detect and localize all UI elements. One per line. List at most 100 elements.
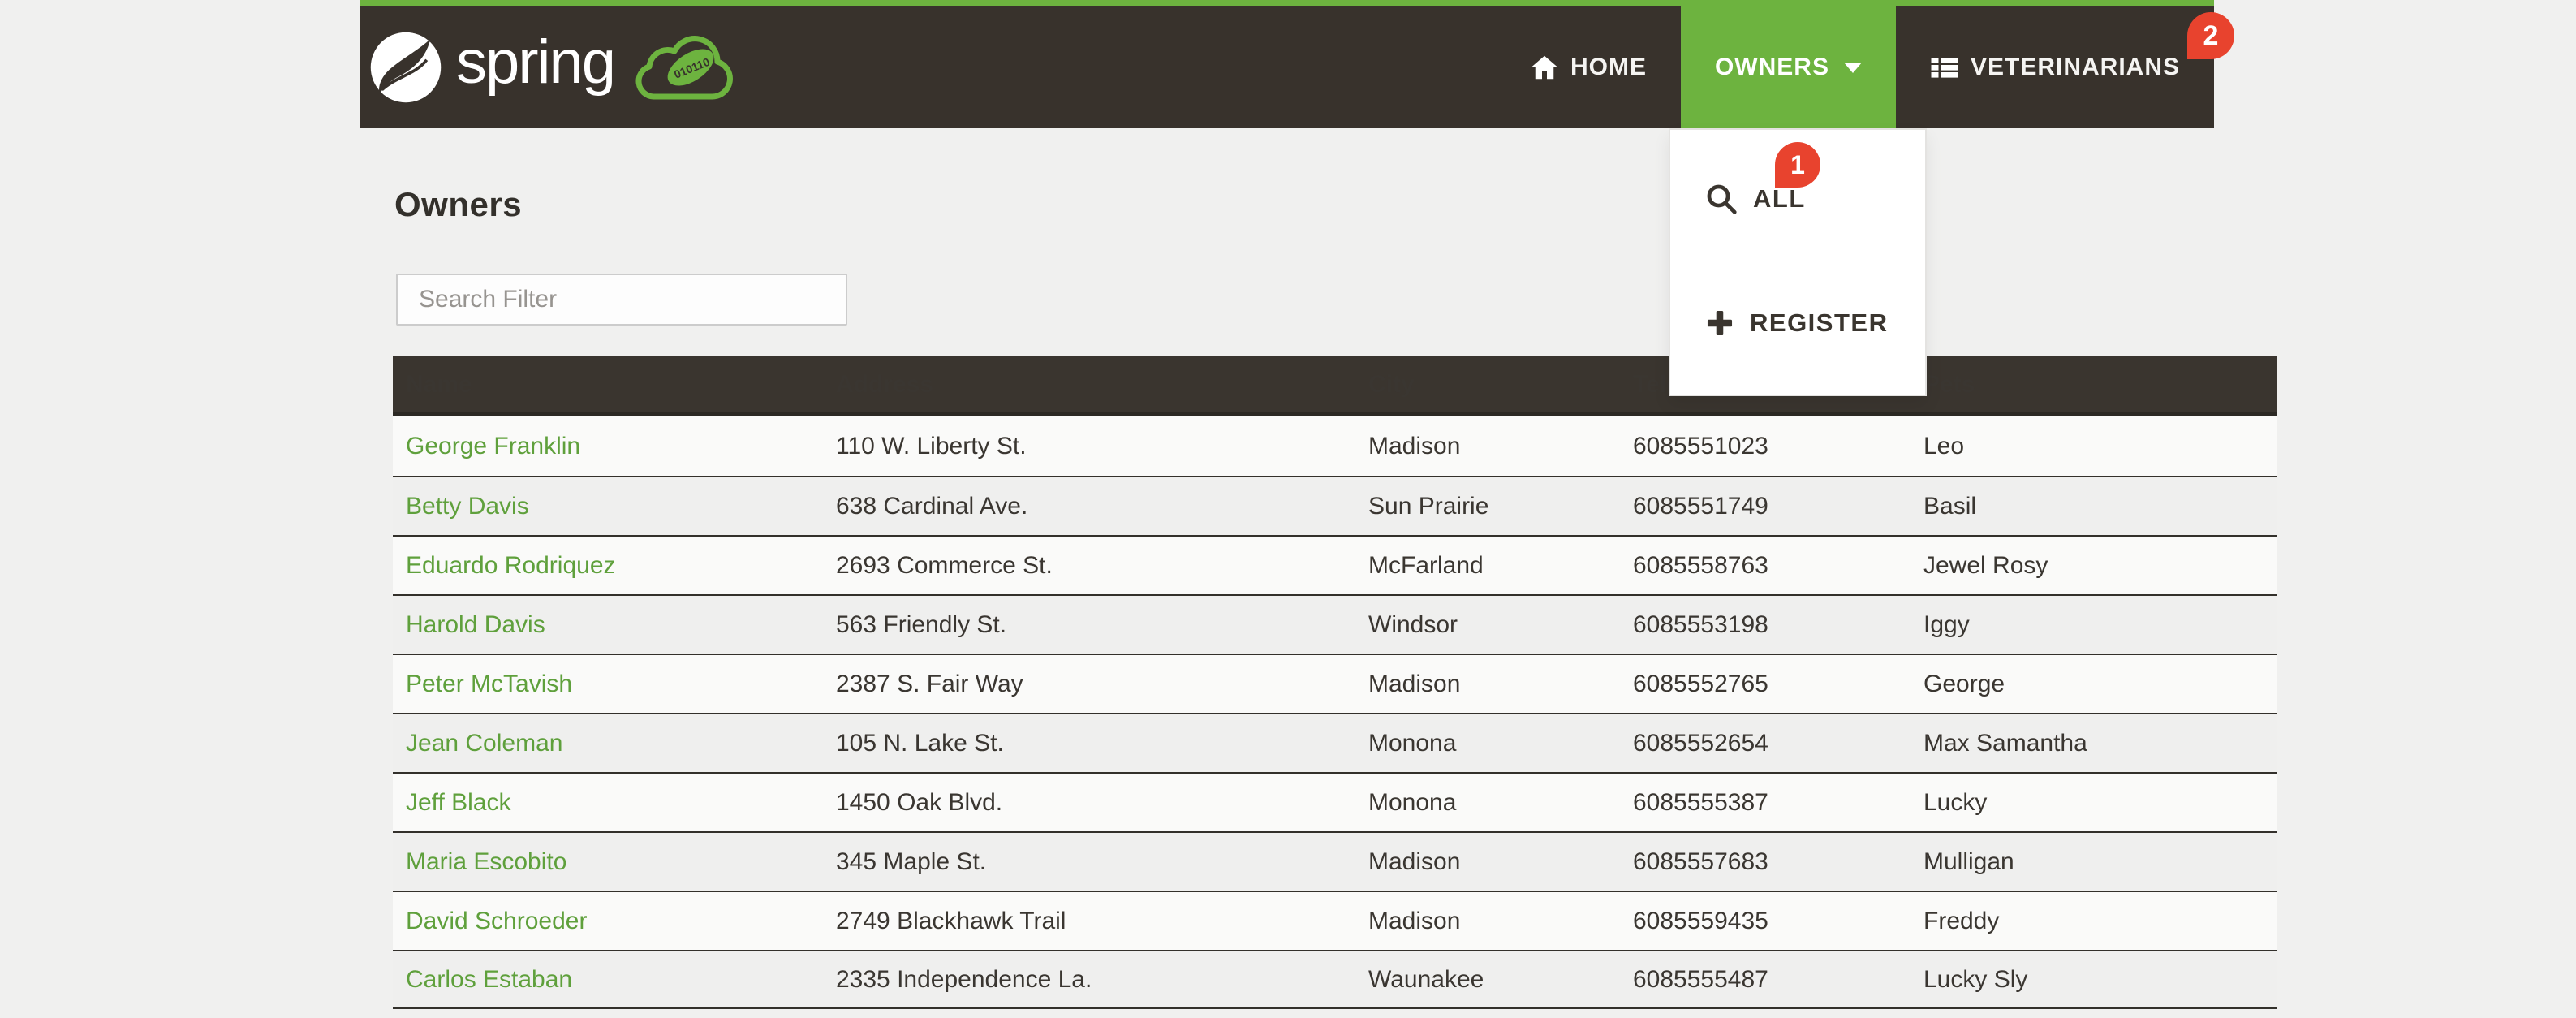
search-filter-input[interactable]: [396, 274, 847, 326]
owner-address-cell: 638 Cardinal Ave.: [823, 477, 1355, 535]
owner-telephone-cell: 6085555387: [1620, 774, 1910, 831]
owner-name-link[interactable]: Jean Coleman: [406, 730, 562, 757]
owner-name-link-cell: Eduardo Rodriquez: [393, 537, 823, 594]
table-row: George Franklin 110 W. Liberty St.Madison…: [393, 416, 2277, 476]
owner-city-cell: McFarland: [1355, 537, 1620, 594]
petclinic-owners-page: { "colors": { "navbar_bg": "#38322c", "a…: [0, 0, 2576, 1018]
nav-item-home[interactable]: HOME: [1496, 6, 1681, 128]
owner-name-link[interactable]: Maria Escobito: [406, 848, 566, 876]
owner-name-link-cell: Harold Davis: [393, 596, 823, 654]
owner-name-link[interactable]: Eduardo Rodriquez: [406, 552, 616, 580]
owner-city-cell: Windsor: [1355, 596, 1620, 654]
owner-pets-cell: Leo: [1910, 416, 2277, 476]
owner-address-cell: 2335 Independence La.: [823, 951, 1355, 1007]
table-row: Eduardo Rodriquez 2693 Commerce St.McFarl…: [393, 535, 2277, 594]
owner-telephone-cell: 6085551749: [1620, 477, 1910, 535]
owner-telephone-cell: 6085559435: [1620, 892, 1910, 950]
owner-pets-cell: Mulligan: [1910, 833, 2277, 891]
nav-item-owners[interactable]: OWNERS: [1681, 6, 1896, 128]
nav-item-label: HOME: [1570, 54, 1647, 81]
owner-address-cell: 1450 Oak Blvd.: [823, 774, 1355, 831]
owner-city-cell: Madison: [1355, 833, 1620, 891]
owner-name-link-cell: Jean Coleman: [393, 714, 823, 772]
nav-items: HOME OWNERS VETERINARIANS: [1496, 6, 2214, 128]
owner-name-link[interactable]: Harold Davis: [406, 611, 545, 639]
owner-address-cell: 2693 Commerce St.: [823, 537, 1355, 594]
column-header-name: Name: [393, 371, 823, 399]
table-row: David Schroeder 2749 Blackhawk TrailMadis…: [393, 891, 2277, 950]
table-row: Maria Escobito 345 Maple St.Madison608555…: [393, 831, 2277, 891]
veterinarians-count-badge: 2: [2187, 12, 2234, 59]
owner-name-link-cell: Peter McTavish: [393, 655, 823, 713]
column-header-address: Address: [823, 371, 1355, 399]
column-header-pets: Pets: [1910, 371, 2277, 399]
nav-item-label: OWNERS: [1715, 54, 1829, 81]
owner-name-link-cell: Maria Escobito: [393, 833, 823, 891]
owner-address-cell: 105 N. Lake St.: [823, 714, 1355, 772]
owner-telephone-cell: 6085555487: [1620, 951, 1910, 1007]
owner-name-link[interactable]: Carlos Estaban: [406, 966, 572, 994]
dropdown-item-label: REGISTER: [1750, 308, 1888, 338]
owner-pets-cell: Iggy: [1910, 596, 2277, 654]
owner-name-link-cell: Betty Davis: [393, 477, 823, 535]
table-row: Peter McTavish 2387 S. Fair WayMadison608…: [393, 654, 2277, 713]
brand-logo[interactable]: spring 010110: [368, 6, 736, 128]
owner-name-link[interactable]: Betty Davis: [406, 493, 529, 520]
dropdown-item-register[interactable]: REGISTER: [1670, 287, 1925, 360]
owner-address-cell: 2387 S. Fair Way: [823, 655, 1355, 713]
search-icon: [1704, 182, 1738, 216]
owner-telephone-cell: 6085552765: [1620, 655, 1910, 713]
page-title: Owners: [394, 185, 522, 224]
owner-telephone-cell: 6085552654: [1620, 714, 1910, 772]
owner-pets-cell: Max Samantha: [1910, 714, 2277, 772]
owner-name-link-cell: David Schroeder: [393, 892, 823, 950]
home-icon: [1530, 53, 1559, 82]
owner-pets-cell: Freddy: [1910, 892, 2277, 950]
owner-telephone-cell: 6085557683: [1620, 833, 1910, 891]
plus-icon: [1704, 308, 1735, 339]
spring-cloud-icon: 010110: [629, 27, 736, 108]
owner-pets-cell: Jewel Rosy: [1910, 537, 2277, 594]
nav-item-veterinarians[interactable]: VETERINARIANS: [1896, 6, 2214, 128]
owner-pets-cell: Lucky Sly: [1910, 951, 2277, 1007]
column-header-city: City: [1355, 371, 1620, 399]
dropdown-item-label: ALL: [1753, 184, 1806, 214]
owner-address-cell: 2749 Blackhawk Trail: [823, 892, 1355, 950]
all-owners-count-badge: 1: [1775, 142, 1820, 188]
owner-telephone-cell: 6085558763: [1620, 537, 1910, 594]
chevron-down-icon: [1844, 63, 1862, 73]
owner-name-link[interactable]: George Franklin: [406, 433, 580, 460]
owners-table-body: George Franklin110 W. Liberty St.Madison…: [393, 416, 2277, 1009]
owner-city-cell: Madison: [1355, 416, 1620, 476]
owner-name-link[interactable]: David Schroeder: [406, 908, 587, 935]
owner-name-link[interactable]: Jeff Black: [406, 789, 511, 817]
table-row: Jean Coleman 105 N. Lake St.Monona6085552…: [393, 713, 2277, 772]
owner-city-cell: Madison: [1355, 655, 1620, 713]
owner-city-cell: Sun Prairie: [1355, 477, 1620, 535]
owner-address-cell: 563 Friendly St.: [823, 596, 1355, 654]
owner-name-link-cell: George Franklin: [393, 416, 823, 476]
owner-name-link[interactable]: Peter McTavish: [406, 671, 572, 698]
owner-pets-cell: George: [1910, 655, 2277, 713]
brand-text: spring: [456, 27, 614, 97]
table-header-row: Name Address City Telephone Pets: [393, 356, 2277, 416]
owner-city-cell: Monona: [1355, 714, 1620, 772]
owner-city-cell: Monona: [1355, 774, 1620, 831]
owner-city-cell: Waunakee: [1355, 951, 1620, 1007]
table-row: Jeff Black 1450 Oak Blvd.Monona6085555387…: [393, 772, 2277, 831]
nav-item-label: VETERINARIANS: [1971, 54, 2180, 81]
owner-city-cell: Madison: [1355, 892, 1620, 950]
owners-table: Name Address City Telephone Pets George …: [393, 356, 2277, 1009]
owner-name-link-cell: Carlos Estaban: [393, 951, 823, 1007]
table-row: Betty Davis 638 Cardinal Ave.Sun Prairie6…: [393, 476, 2277, 535]
owner-telephone-cell: 6085553198: [1620, 596, 1910, 654]
spring-leaf-icon: [368, 30, 443, 105]
navbar-green-strip: [360, 0, 2214, 6]
owner-address-cell: 110 W. Liberty St.: [823, 416, 1355, 476]
owner-address-cell: 345 Maple St.: [823, 833, 1355, 891]
list-icon: [1930, 53, 1959, 82]
owner-pets-cell: Basil: [1910, 477, 2277, 535]
navbar: spring 010110 HOME OWNERS: [360, 0, 2214, 128]
table-row: Carlos Estaban 2335 Independence La.Wauna…: [393, 950, 2277, 1009]
owner-name-link-cell: Jeff Black: [393, 774, 823, 831]
